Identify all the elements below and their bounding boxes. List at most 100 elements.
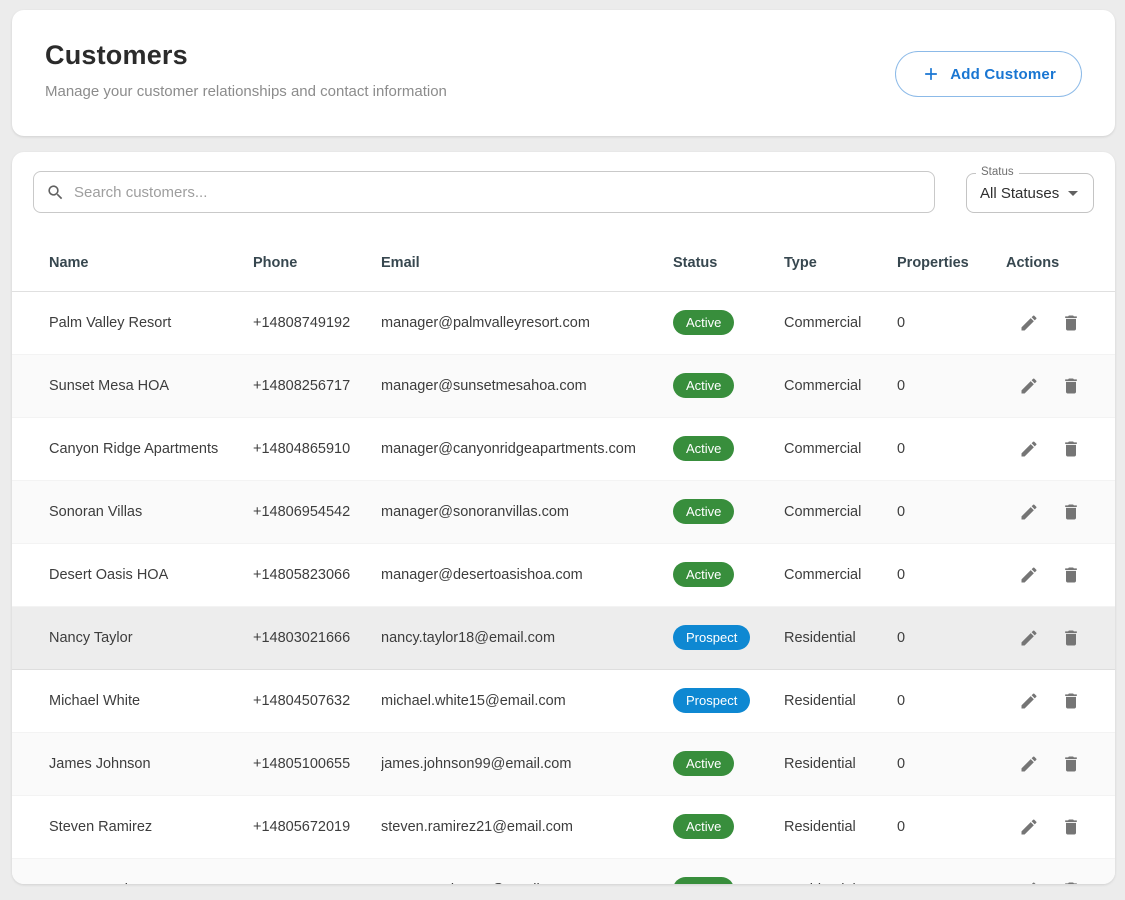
delete-button[interactable]	[1054, 306, 1088, 340]
delete-icon	[1061, 439, 1081, 459]
delete-button[interactable]	[1054, 873, 1088, 885]
customer-status: Prospect	[673, 606, 784, 669]
add-customer-button[interactable]: Add Customer	[895, 51, 1082, 97]
table-row: Michael White +14804507632 michael.white…	[12, 669, 1115, 732]
column-header-properties: Properties	[897, 235, 1006, 291]
table-row: Canyon Ridge Apartments +14804865910 man…	[12, 417, 1115, 480]
search-box[interactable]	[33, 171, 935, 213]
status-filter-value: All Statuses	[980, 185, 1059, 202]
customer-type: Residential	[784, 669, 897, 732]
delete-button[interactable]	[1054, 747, 1088, 781]
edit-button[interactable]	[1012, 558, 1046, 592]
customer-actions	[1006, 354, 1115, 417]
customer-status: Active	[673, 291, 784, 354]
delete-icon	[1061, 376, 1081, 396]
customer-email: nancy.taylor18@email.com	[381, 606, 673, 669]
customer-email: steven.ramirez21@email.com	[381, 795, 673, 858]
customer-type: Commercial	[784, 291, 897, 354]
customer-phone: +14808749192	[253, 291, 381, 354]
delete-button[interactable]	[1054, 432, 1088, 466]
customer-status: Active	[673, 543, 784, 606]
customer-email: michael.white15@email.com	[381, 669, 673, 732]
edit-icon	[1019, 628, 1039, 648]
delete-icon	[1061, 754, 1081, 774]
delete-button[interactable]	[1054, 621, 1088, 655]
table-row: Steven Ramirez +14805672019 steven.ramir…	[12, 795, 1115, 858]
edit-icon	[1019, 880, 1039, 885]
customer-actions	[1006, 795, 1115, 858]
add-customer-label: Add Customer	[950, 66, 1056, 83]
customer-properties: 0	[897, 543, 1006, 606]
edit-icon	[1019, 376, 1039, 396]
table-header-row: Name Phone Email Status Type Properties …	[12, 235, 1115, 291]
delete-button[interactable]	[1054, 810, 1088, 844]
status-filter-select[interactable]: Status All Statuses	[966, 173, 1094, 213]
edit-icon	[1019, 817, 1039, 837]
customer-phone: +14803021666	[253, 606, 381, 669]
customer-type: Commercial	[784, 480, 897, 543]
customer-email: manager@sunsetmesahoa.com	[381, 354, 673, 417]
status-badge: Active	[673, 751, 734, 776]
customer-properties: 0	[897, 291, 1006, 354]
customer-actions	[1006, 480, 1115, 543]
edit-button[interactable]	[1012, 495, 1046, 529]
customer-status: Active	[673, 354, 784, 417]
customer-email: manager@canyonridgeapartments.com	[381, 417, 673, 480]
customer-type: Residential	[784, 606, 897, 669]
table-toolbar: Status All Statuses	[12, 152, 1115, 235]
customer-properties: 0	[897, 480, 1006, 543]
column-header-name: Name	[12, 235, 253, 291]
delete-icon	[1061, 313, 1081, 333]
customer-email: manager@palmvalleyresort.com	[381, 291, 673, 354]
customer-name: Palm Valley Resort	[12, 291, 253, 354]
customer-actions	[1006, 606, 1115, 669]
customers-table: Name Phone Email Status Type Properties …	[12, 235, 1115, 884]
delete-icon	[1061, 502, 1081, 522]
customer-actions	[1006, 732, 1115, 795]
customer-actions	[1006, 669, 1115, 732]
edit-button[interactable]	[1012, 306, 1046, 340]
customer-email: nancy.sanders49@email.com	[381, 858, 673, 884]
page-subtitle: Manage your customer relationships and c…	[45, 83, 447, 100]
customer-type: Residential	[784, 795, 897, 858]
customer-phone: +14805823066	[253, 543, 381, 606]
customer-properties: 0	[897, 417, 1006, 480]
delete-button[interactable]	[1054, 369, 1088, 403]
delete-button[interactable]	[1054, 495, 1088, 529]
customer-name: Nancy Taylor	[12, 606, 253, 669]
column-header-email: Email	[381, 235, 673, 291]
edit-icon	[1019, 439, 1039, 459]
customer-actions	[1006, 858, 1115, 884]
customer-type: Commercial	[784, 417, 897, 480]
edit-button[interactable]	[1012, 432, 1046, 466]
table-row: Palm Valley Resort +14808749192 manager@…	[12, 291, 1115, 354]
customer-properties: 0	[897, 795, 1006, 858]
chevron-down-icon	[1061, 181, 1085, 205]
customer-properties: 0	[897, 354, 1006, 417]
search-input[interactable]	[74, 184, 922, 201]
customer-name: Sunset Mesa HOA	[12, 354, 253, 417]
edit-button[interactable]	[1012, 747, 1046, 781]
edit-button[interactable]	[1012, 369, 1046, 403]
table-row: Nancy Taylor +14803021666 nancy.taylor18…	[12, 606, 1115, 669]
delete-button[interactable]	[1054, 684, 1088, 718]
page-header-card: Customers Manage your customer relations…	[12, 10, 1115, 136]
customer-phone: +14808256717	[253, 354, 381, 417]
table-row: Nancy Sanders +14803385934 nancy.sanders…	[12, 858, 1115, 884]
customers-table-card: Status All Statuses Name Phone Email Sta…	[12, 152, 1115, 884]
status-badge: Active	[673, 373, 734, 398]
edit-button[interactable]	[1012, 621, 1046, 655]
column-header-actions: Actions	[1006, 235, 1115, 291]
edit-button[interactable]	[1012, 873, 1046, 885]
delete-button[interactable]	[1054, 558, 1088, 592]
edit-button[interactable]	[1012, 810, 1046, 844]
customer-status: Active	[673, 732, 784, 795]
column-header-phone: Phone	[253, 235, 381, 291]
customer-phone: +14804507632	[253, 669, 381, 732]
table-row: Desert Oasis HOA +14805823066 manager@de…	[12, 543, 1115, 606]
customer-properties: 0	[897, 669, 1006, 732]
status-badge: Active	[673, 877, 734, 884]
column-header-status: Status	[673, 235, 784, 291]
customer-phone: +14804865910	[253, 417, 381, 480]
edit-button[interactable]	[1012, 684, 1046, 718]
